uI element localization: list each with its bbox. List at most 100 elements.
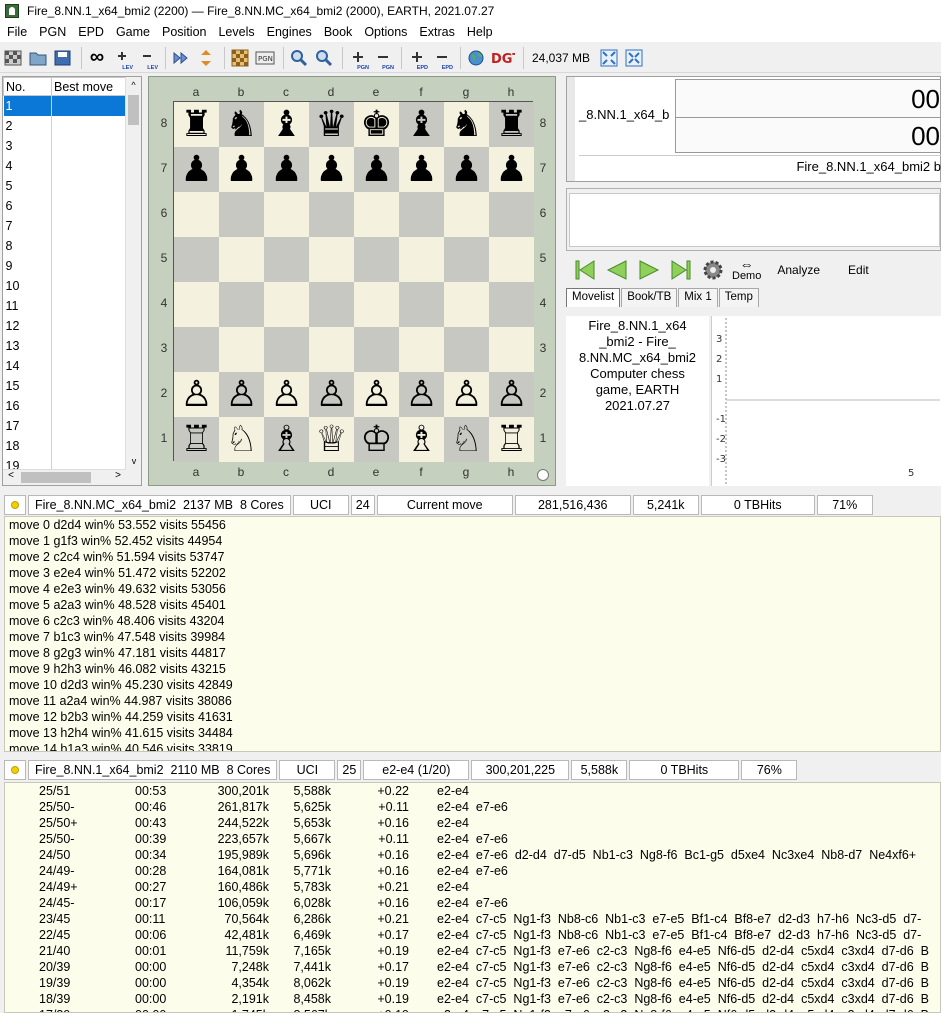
chess-piece[interactable]: ♟ [225, 151, 257, 188]
chess-piece[interactable]: ♙ [225, 376, 257, 413]
board-square-g3[interactable] [444, 327, 489, 372]
board-square-a2[interactable]: ♙ [174, 372, 219, 417]
menu-levels[interactable]: Levels [214, 25, 262, 39]
fullscreen-icon[interactable] [598, 47, 620, 69]
board-square-h3[interactable] [489, 327, 534, 372]
board-square-e7[interactable]: ♟ [354, 147, 399, 192]
menu-pgn[interactable]: PGN [35, 25, 74, 39]
best-move-row[interactable]: 14 [3, 355, 127, 376]
engine2-row[interactable]: 20/39 00:00 7,248k 7,441k +0.17 e2-e4 c7-c5 N… [5, 959, 940, 975]
board-square-b8[interactable]: ♞ [219, 102, 264, 147]
play-forward-icon[interactable] [170, 47, 192, 69]
board-square-g5[interactable] [444, 237, 489, 282]
board-square-c5[interactable] [264, 237, 309, 282]
engine2-row[interactable]: 22/45 00:06 42,481k 6,469k +0.17 e2-e4 c7-c5 … [5, 927, 940, 943]
chess-piece[interactable]: ♟ [360, 151, 392, 188]
chess-piece[interactable]: ♖ [180, 421, 212, 458]
board-square-g7[interactable]: ♟ [444, 147, 489, 192]
chess-piece[interactable]: ♚ [360, 106, 392, 143]
chess-piece[interactable]: ♟ [450, 151, 482, 188]
menu-file[interactable]: File [3, 25, 35, 39]
chess-piece[interactable]: ♙ [405, 376, 437, 413]
best-move-row[interactable]: 9 [3, 255, 127, 276]
engine2-row[interactable]: 18/39 00:00 2,191k 8,458k +0.19 e2-e4 c7-c5 N… [5, 991, 940, 1007]
board-square-d5[interactable] [309, 237, 354, 282]
board-square-h6[interactable] [489, 192, 534, 237]
menu-book[interactable]: Book [320, 25, 361, 39]
board-square-d1[interactable]: ♕ [309, 417, 354, 462]
menu-position[interactable]: Position [158, 25, 214, 39]
best-move-row[interactable]: 11 [3, 295, 127, 316]
demo-button[interactable]: ⇔ Demo [732, 257, 761, 282]
best-move-row[interactable]: 5 [3, 175, 127, 196]
chess-piece[interactable]: ♞ [450, 106, 482, 143]
best-move-row[interactable]: 15 [3, 375, 127, 396]
shrink-icon[interactable] [623, 47, 645, 69]
board-square-f8[interactable]: ♝ [399, 102, 444, 147]
menu-options[interactable]: Options [360, 25, 415, 39]
board-square-h7[interactable]: ♟ [489, 147, 534, 192]
chess-piece[interactable]: ♗ [270, 421, 302, 458]
chess-piece[interactable]: ♙ [270, 376, 302, 413]
tab-movelist[interactable]: Movelist [566, 288, 621, 307]
chess-piece[interactable]: ♘ [450, 421, 482, 458]
board-square-g1[interactable]: ♘ [444, 417, 489, 462]
scroll-down-icon[interactable]: v [126, 453, 142, 469]
chess-piece[interactable]: ♟ [270, 151, 302, 188]
board-square-c8[interactable]: ♝ [264, 102, 309, 147]
chess-piece[interactable]: ♟ [180, 151, 212, 188]
best-move-row[interactable]: 13 [3, 335, 127, 356]
board-square-c4[interactable] [264, 282, 309, 327]
flip-icon[interactable] [195, 47, 217, 69]
pgn-remove-icon[interactable]: PGN [372, 47, 394, 71]
analyze-button[interactable]: Analyze [777, 263, 820, 277]
pgn-add-icon[interactable]: PGN [347, 47, 369, 71]
board-square-h4[interactable] [489, 282, 534, 327]
board-square-h2[interactable]: ♙ [489, 372, 534, 417]
board-square-c2[interactable]: ♙ [264, 372, 309, 417]
menu-game[interactable]: Game [112, 25, 158, 39]
infinity-icon[interactable]: ∞ [86, 46, 108, 69]
chess-piece[interactable]: ♙ [450, 376, 482, 413]
chess-piece[interactable]: ♟ [405, 151, 437, 188]
previous-move-icon[interactable] [604, 258, 630, 282]
chess-piece[interactable]: ♗ [405, 421, 437, 458]
engine2-row[interactable]: 25/50- 00:39 223,657k 5,667k +0.11 e2-e4 e7-e… [5, 831, 940, 847]
board-square-b5[interactable] [219, 237, 264, 282]
scroll-right-icon[interactable]: > [110, 470, 126, 486]
board-square-d8[interactable]: ♛ [309, 102, 354, 147]
board-square-d3[interactable] [309, 327, 354, 372]
epd-remove-icon[interactable]: EPD [431, 47, 453, 71]
board-square-h8[interactable]: ♜ [489, 102, 534, 147]
save-icon[interactable] [52, 47, 74, 69]
globe-icon[interactable] [465, 47, 487, 69]
board-square-g4[interactable] [444, 282, 489, 327]
chess-piece[interactable]: ♙ [495, 376, 527, 413]
best-move-row[interactable]: 1 [3, 95, 127, 116]
board-square-e8[interactable]: ♚ [354, 102, 399, 147]
scroll-up-icon[interactable]: ^ [126, 77, 141, 93]
next-move-icon[interactable] [636, 258, 662, 282]
board-square-d4[interactable] [309, 282, 354, 327]
chess-piece[interactable]: ♝ [270, 106, 302, 143]
board-square-b3[interactable] [219, 327, 264, 372]
best-move-row[interactable]: 3 [3, 135, 127, 156]
chess-piece[interactable]: ♜ [180, 106, 212, 143]
board-square-f7[interactable]: ♟ [399, 147, 444, 192]
best-move-row[interactable]: 7 [3, 215, 127, 236]
board-square-f3[interactable] [399, 327, 444, 372]
board-square-e4[interactable] [354, 282, 399, 327]
engine2-row[interactable]: 21/40 00:01 11,759k 7,165k +0.19 e2-e4 c7-c5 … [5, 943, 940, 959]
engine2-row[interactable]: 24/49+ 00:27 160,486k 5,783k +0.21 e2-e4 [5, 879, 940, 895]
chess-piece[interactable]: ♟ [315, 151, 347, 188]
board-square-b1[interactable]: ♘ [219, 417, 264, 462]
board-square-e1[interactable]: ♔ [354, 417, 399, 462]
board-square-c1[interactable]: ♗ [264, 417, 309, 462]
column-header-best-move[interactable]: Best move [51, 77, 127, 96]
chess-piece[interactable]: ♘ [225, 421, 257, 458]
chess-board[interactable]: ♜ ♞ ♝ ♛ ♚ ♝ ♞ ♜ ♟ ♟ ♟ ♟ ♟ ♟ ♟ ♟ ♙ ♙ ♙ ♙ ♙ ♙ ♙ ♙ ♖ ♘ ♗ ♕ ♔ ♗ ♘ ♖ [173, 101, 534, 462]
board-square-d7[interactable]: ♟ [309, 147, 354, 192]
pgn-icon[interactable]: PGN [254, 47, 276, 69]
first-move-icon[interactable] [572, 258, 598, 282]
best-move-row[interactable]: 6 [3, 195, 127, 216]
